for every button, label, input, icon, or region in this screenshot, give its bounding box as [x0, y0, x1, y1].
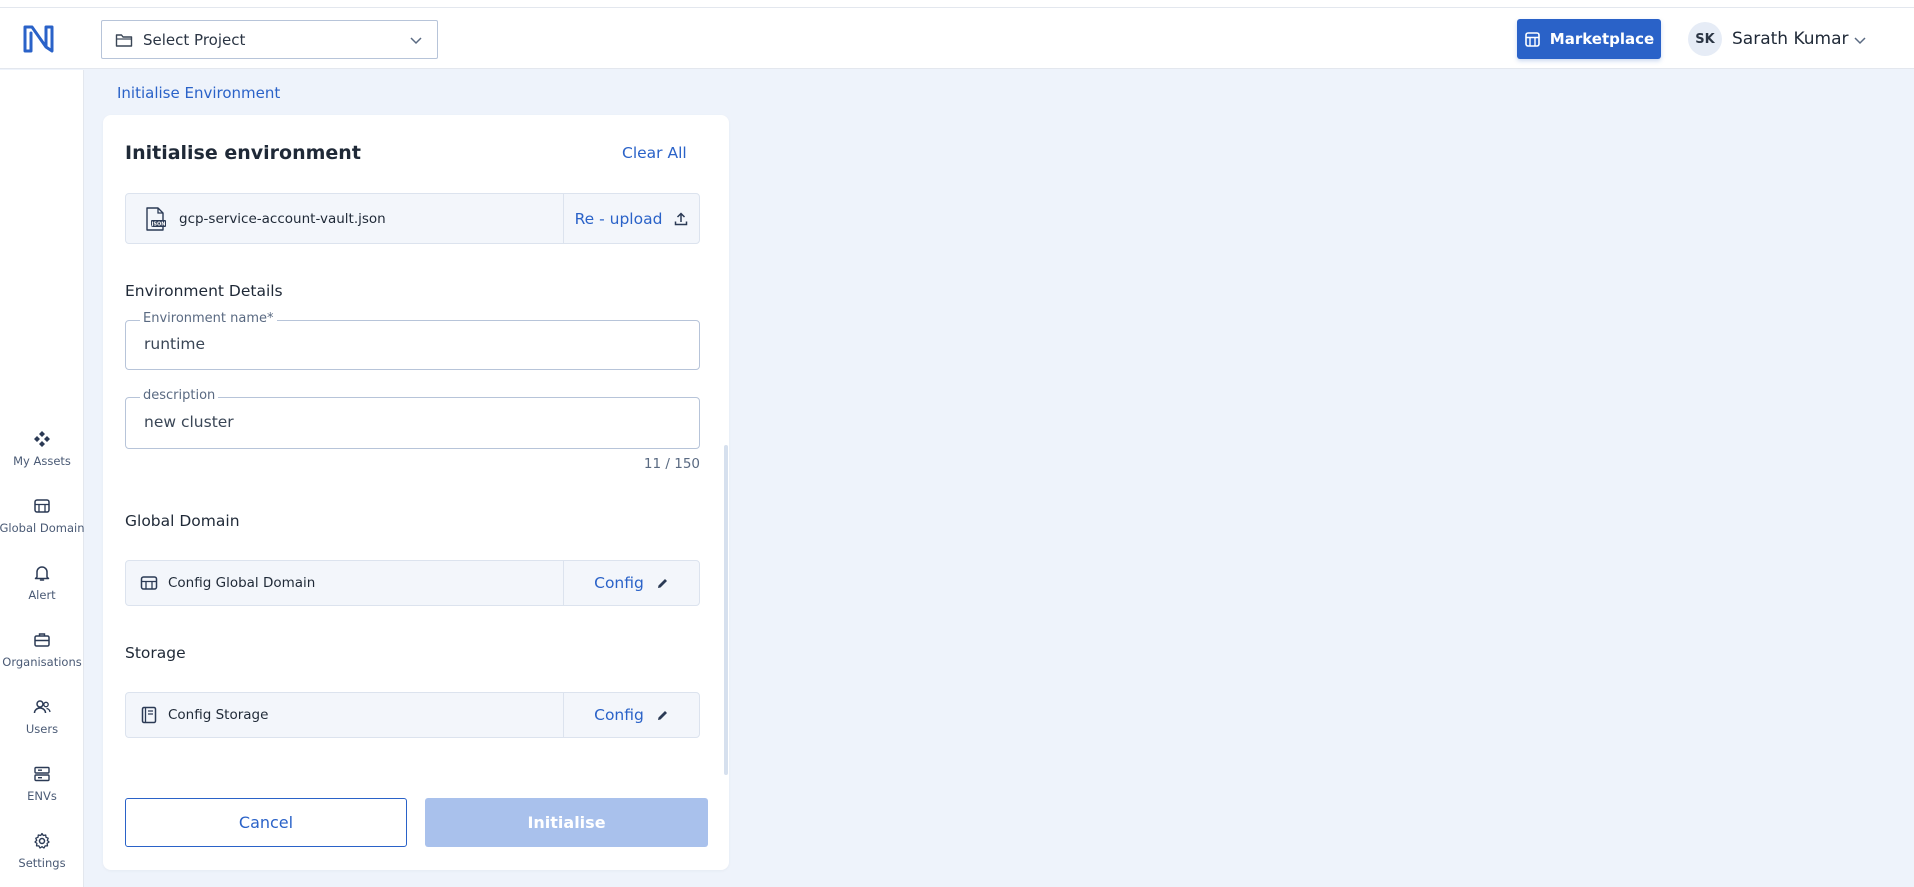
- folder-icon: [115, 33, 133, 47]
- sidebar: My Assets Global Domain Alert Organisati…: [0, 70, 84, 887]
- storage-book-icon: [141, 706, 157, 724]
- card-scrollbar[interactable]: [724, 445, 728, 775]
- reupload-label: Re - upload: [574, 209, 663, 228]
- storage-config-button[interactable]: Config: [564, 693, 699, 737]
- bell-icon: [34, 566, 50, 581]
- sidebar-item-alert[interactable]: Alert: [0, 564, 84, 620]
- sidebar-item-label: Global Domain: [0, 521, 85, 535]
- sidebar-item-global-domain[interactable]: Global Domain: [0, 497, 84, 553]
- description-input[interactable]: [144, 413, 684, 431]
- initialise-environment-card: Initialise environment Clear All JSON gc…: [103, 115, 729, 870]
- avatar[interactable]: SK: [1688, 22, 1722, 56]
- description-field[interactable]: description: [125, 388, 700, 449]
- description-label: description: [140, 388, 219, 403]
- diamond-cluster-icon: [34, 431, 50, 447]
- environment-name-input[interactable]: [144, 335, 684, 353]
- global-domain-config-box: Config Global Domain Config: [125, 560, 700, 606]
- initialise-button[interactable]: Initialise: [425, 798, 708, 847]
- clear-all-button[interactable]: Clear All: [622, 144, 687, 162]
- app-logo-icon[interactable]: [22, 23, 56, 55]
- sidebar-item-label: ENVs: [27, 789, 57, 803]
- environment-name-field[interactable]: Environment name*: [125, 311, 700, 370]
- marketplace-button[interactable]: Marketplace: [1517, 19, 1661, 59]
- reupload-button[interactable]: Re - upload: [564, 194, 699, 243]
- users-icon: [33, 700, 51, 714]
- sidebar-item-users[interactable]: Users: [0, 698, 84, 754]
- storefront-icon: [1524, 31, 1540, 47]
- storefront-icon: [34, 499, 50, 513]
- marketplace-label: Marketplace: [1549, 30, 1655, 48]
- pencil-icon: [657, 710, 667, 720]
- storage-config-info: Config Storage: [126, 693, 563, 737]
- project-select[interactable]: Select Project: [101, 20, 438, 59]
- sidebar-item-label: My Assets: [13, 454, 71, 468]
- sidebar-item-label: Settings: [18, 856, 66, 870]
- uploaded-file-name: gcp-service-account-vault.json: [179, 210, 386, 227]
- storefront-icon: [140, 576, 158, 590]
- user-name[interactable]: Sarath Kumar: [1732, 29, 1849, 49]
- description-char-counter: 11 / 150: [643, 456, 700, 472]
- gear-icon: [34, 832, 50, 849]
- sidebar-item-label: Alert: [28, 588, 56, 602]
- uploaded-file-info: JSON gcp-service-account-vault.json: [126, 194, 563, 243]
- global-domain-config-label: Config Global Domain: [168, 575, 316, 591]
- sidebar-item-my-assets[interactable]: My Assets: [0, 430, 84, 486]
- global-domain-config-button[interactable]: Config: [564, 561, 699, 605]
- upload-icon: [675, 211, 688, 225]
- top-strip: [0, 0, 1914, 8]
- storage-config-label: Config Storage: [168, 707, 269, 723]
- sidebar-item-label: Users: [25, 722, 59, 736]
- json-file-icon: JSON: [146, 206, 166, 231]
- config-label: Config: [594, 574, 644, 592]
- sidebar-item-envs[interactable]: ENVs: [0, 765, 84, 821]
- environment-details-title: Environment Details: [125, 282, 283, 300]
- sidebar-item-label: Organisations: [2, 655, 82, 669]
- storage-title: Storage: [125, 644, 186, 662]
- top-bar: Select Project Marketplace SK Sarath Kum…: [0, 8, 1914, 69]
- breadcrumb[interactable]: Initialise Environment: [117, 84, 280, 102]
- svg-text:JSON: JSON: [151, 221, 166, 227]
- sidebar-item-organisations[interactable]: Organisations: [0, 631, 84, 687]
- project-select-label: Select Project: [143, 30, 246, 49]
- storage-config-box: Config Storage Config: [125, 692, 700, 738]
- page-title: Initialise environment: [125, 142, 361, 164]
- config-label: Config: [594, 706, 644, 724]
- chevron-down-icon: [410, 37, 422, 45]
- uploaded-file-box: JSON gcp-service-account-vault.json Re -…: [125, 193, 700, 244]
- global-domain-title: Global Domain: [125, 512, 240, 530]
- global-domain-config-info: Config Global Domain: [126, 561, 563, 605]
- chevron-down-icon[interactable]: [1853, 33, 1867, 47]
- sidebar-item-settings[interactable]: Settings: [0, 832, 84, 887]
- environment-name-label: Environment name*: [140, 311, 277, 326]
- server-icon: [34, 766, 50, 782]
- briefcase-icon: [34, 633, 50, 647]
- pencil-icon: [657, 578, 667, 588]
- cancel-button[interactable]: Cancel: [125, 798, 407, 847]
